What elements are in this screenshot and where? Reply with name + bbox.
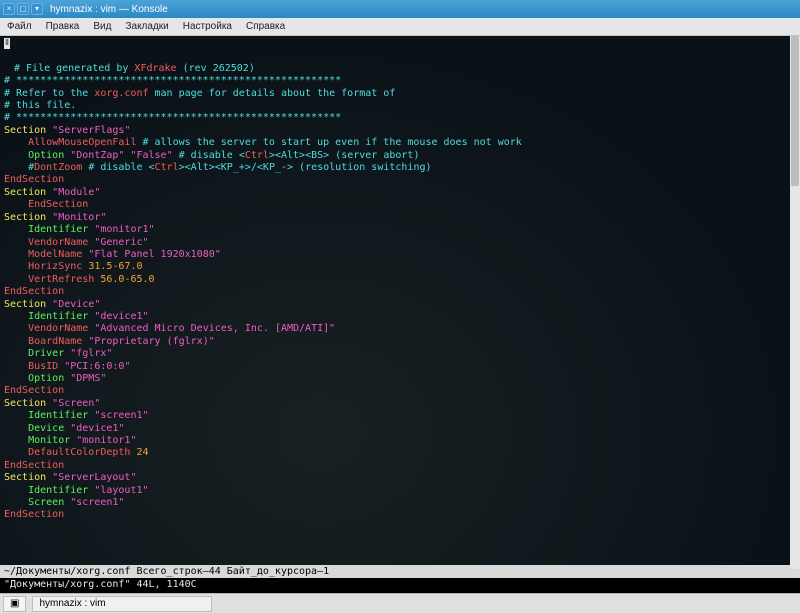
line-ruler-icon: ⦀ [4,38,10,49]
menu-help[interactable]: Справка [239,21,292,32]
code-line: # **************************************… [4,112,796,124]
close-icon[interactable]: × [3,3,15,15]
code-line: BusID "PCI:6:0:0" [4,361,796,373]
code-line: EndSection [4,509,796,521]
code-line: EndSection [4,286,796,298]
code-line: Identifier "device1" [4,311,796,323]
code-line: VendorName "Generic" [4,237,796,249]
minimize-icon[interactable]: ▾ [31,3,43,15]
menu-view[interactable]: Вид [86,21,118,32]
code-line: Option "DontZap" "False" # disable <Ctrl… [4,150,796,162]
taskbar-launcher-button[interactable]: ▣ [3,596,26,612]
code-line: ModelName "Flat Panel 1920x1080" [4,249,796,261]
code-line: Driver "fglrx" [4,348,796,360]
maximize-icon[interactable]: ▢ [17,3,29,15]
taskbar-window-tab[interactable]: hymnazix : vim [32,596,212,612]
code-line: DefaultColorDepth 24 [4,447,796,459]
code-line: Section "ServerFlags" [4,125,796,137]
menubar: Файл Правка Вид Закладки Настройка Справ… [0,18,800,36]
window-titlebar: × ▢ ▾ hymnazix : vim — Konsole [0,0,800,18]
code-line: Section "Module" [4,187,796,199]
code-line: Identifier "screen1" [4,410,796,422]
code-line: #DontZoom # disable <Ctrl><Alt><KP_+>/<K… [4,162,796,174]
code-line: # File generated by XFdrake (rev 262502) [4,63,796,75]
code-line: Section "Monitor" [4,212,796,224]
code-line: BoardName "Proprietary (fglrx)" [4,336,796,348]
scrollbar-thumb[interactable] [791,36,799,186]
code-line: Section "Device" [4,299,796,311]
editor-viewport[interactable]: ⦀ # File generated by XFdrake (rev 26250… [0,36,800,565]
taskbar: ▣ hymnazix : vim [0,593,800,613]
code-line: # Refer to the xorg.conf man page for de… [4,88,796,100]
code-line: EndSection [4,199,796,211]
scrollbar-vertical[interactable] [790,36,800,569]
menu-bookmarks[interactable]: Закладки [118,21,175,32]
code-line: Section "Screen" [4,398,796,410]
code-line: Identifier "monitor1" [4,224,796,236]
code-line: Monitor "monitor1" [4,435,796,447]
menu-edit[interactable]: Правка [39,21,87,32]
vim-statusline: ~/Документы/xorg.conf Всего_строк—44 Бай… [0,565,800,578]
window-title: hymnazix : vim — Konsole [46,4,168,15]
code-line: Option "DPMS" [4,373,796,385]
menu-file[interactable]: Файл [0,21,39,32]
code-line: # this file. [4,100,796,112]
code-line: EndSection [4,174,796,186]
code-line: AllowMouseOpenFail # allows the server t… [4,137,796,149]
code-line: # **************************************… [4,75,796,87]
code-line: VertRefresh 56.0-65.0 [4,274,796,286]
code-line: EndSection [4,460,796,472]
code-line: Identifier "layout1" [4,485,796,497]
code-line: EndSection [4,385,796,397]
code-line: Device "device1" [4,423,796,435]
vim-messageline: "Документы/xorg.conf" 44L, 1140C [0,578,800,591]
menu-settings[interactable]: Настройка [176,21,239,32]
code-line: Screen "screen1" [4,497,796,509]
code-line: Section "ServerLayout" [4,472,796,484]
code-line: VendorName "Advanced Micro Devices, Inc.… [4,323,796,335]
code-line: HorizSync 31.5-67.0 [4,261,796,273]
